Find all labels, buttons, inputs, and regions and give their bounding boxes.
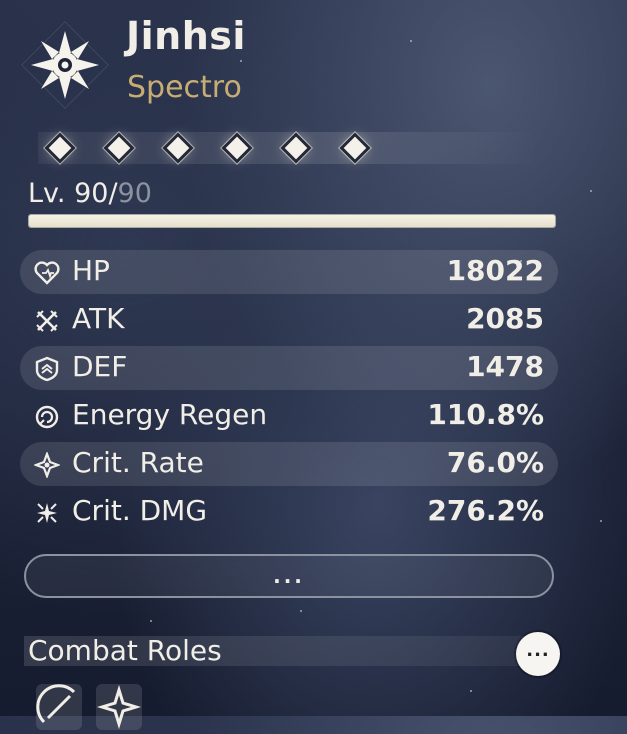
crit-rate-icon — [34, 452, 60, 478]
resonance-node-1[interactable] — [46, 134, 74, 162]
stat-label: Energy Regen — [72, 398, 268, 431]
stat-value: 276.2% — [427, 494, 544, 527]
stat-label: HP — [72, 254, 110, 287]
resonance-node-3[interactable] — [164, 134, 192, 162]
level-label: Lv. 90/90 — [28, 178, 152, 209]
stat-value: 18022 — [446, 254, 544, 287]
stat-row-crit-dmg: Crit. DMG 276.2% — [20, 490, 558, 534]
level-progress-bar — [28, 214, 556, 228]
atk-swords-icon — [36, 310, 58, 332]
stat-value: 110.8% — [427, 398, 544, 431]
resonance-node-5[interactable] — [282, 134, 310, 162]
resonance-node-2[interactable] — [105, 134, 133, 162]
character-element: Spectro — [127, 70, 242, 105]
level-progress-fill — [29, 215, 555, 227]
combat-roles-info-dots: ... — [526, 640, 550, 661]
stat-value: 76.0% — [446, 446, 544, 479]
crit-dmg-icon — [37, 503, 57, 523]
role-star-icon[interactable] — [96, 684, 142, 730]
level-max: 90 — [117, 178, 152, 209]
character-name: Jinhsi — [126, 14, 246, 58]
stat-label: Crit. DMG — [72, 494, 208, 527]
resonance-chain — [38, 128, 558, 168]
def-shield-icon — [35, 356, 59, 382]
combat-roles-info-button[interactable]: ... — [516, 632, 560, 676]
spectro-sun-icon — [31, 31, 99, 99]
stat-value: 1478 — [466, 350, 544, 383]
combat-roles-title: Combat Roles — [28, 634, 222, 667]
stat-row-crit-rate: Crit. Rate 76.0% — [20, 442, 558, 486]
stat-row-hp: HP 18022 — [20, 250, 558, 294]
stat-row-energy-regen: Energy Regen 110.8% — [20, 394, 558, 438]
resonance-node-6[interactable] — [341, 134, 369, 162]
stat-value: 2085 — [466, 302, 544, 335]
stat-label: Crit. Rate — [72, 446, 204, 479]
spectro-emblem-icon — [21, 21, 109, 109]
stat-row-atk: ATK 2085 — [20, 298, 558, 342]
energy-regen-icon — [35, 405, 59, 429]
stat-label: ATK — [72, 302, 125, 335]
more-stats-button[interactable]: ... — [24, 554, 554, 598]
more-dots-label: ... — [273, 564, 305, 588]
role-sword-icon[interactable] — [36, 684, 82, 730]
stat-label: DEF — [72, 350, 128, 383]
level-current: Lv. 90/ — [28, 178, 118, 209]
stat-row-def: DEF 1478 — [20, 346, 558, 390]
hp-heart-icon — [34, 261, 60, 285]
resonance-node-4[interactable] — [223, 134, 251, 162]
